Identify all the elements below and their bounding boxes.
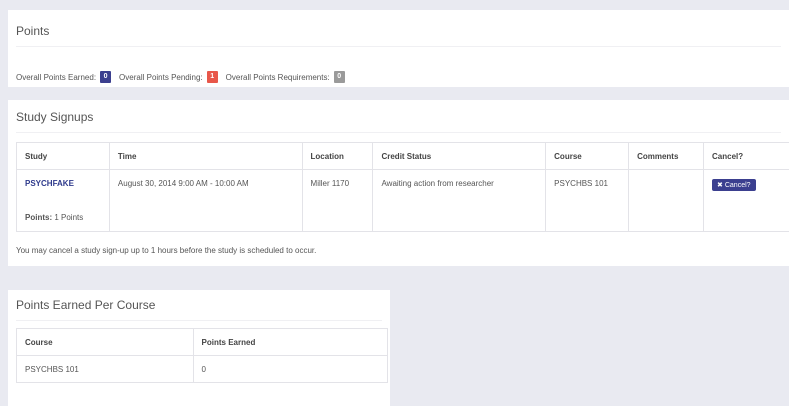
points-earned-badge: 0: [100, 71, 112, 83]
points-requirements-badge: 0: [333, 71, 345, 83]
points-panel: Points Overall Points Earned: 0 Overall …: [8, 10, 789, 87]
points-per-course-table: Course Points Earned PSYCHBS 101 0: [16, 328, 389, 383]
points-title: Points: [16, 24, 781, 47]
study-signups-panel: Study Signups Study Time Location Credit…: [8, 100, 789, 266]
table-row: PSYCHFAKE Points: 1 Points August 30, 20…: [16, 169, 789, 232]
points-per-course-title: Points Earned Per Course: [16, 298, 382, 321]
location-cell: Miller 1170: [301, 169, 374, 232]
cancel-cell: ✖ Cancel?: [703, 169, 789, 232]
column-header-time: Time: [108, 142, 303, 170]
table-header-row: Course Points Earned: [16, 328, 389, 356]
study-points-label: Points:: [25, 213, 53, 222]
study-signups-table: Study Time Location Credit Status Course…: [16, 142, 789, 232]
points-per-course-panel: Points Earned Per Course Course Points E…: [8, 290, 390, 406]
points-pending-label: Overall Points Pending:: [119, 72, 203, 82]
column-header-cancel: Cancel?: [703, 142, 789, 170]
comments-cell: [628, 169, 705, 232]
study-points-value: 1 Points: [54, 213, 84, 222]
close-icon: ✖: [717, 182, 723, 189]
column-header-course: Course: [16, 328, 194, 356]
credit-status-cell: Awaiting action from researcher: [372, 169, 547, 232]
column-header-study: Study: [16, 142, 110, 170]
study-points: Points: 1 Points: [25, 213, 101, 222]
table-header-row: Study Time Location Credit Status Course…: [16, 142, 789, 170]
points-requirements-label: Overall Points Requirements:: [225, 72, 330, 82]
cancel-policy-note: You may cancel a study sign-up up to 1 h…: [16, 246, 317, 255]
course-cell: PSYCHBS 101: [545, 169, 630, 232]
study-signups-title: Study Signups: [16, 110, 781, 133]
course-points-cell: 0: [192, 355, 389, 383]
column-header-location: Location: [301, 142, 374, 170]
cancel-button[interactable]: ✖ Cancel?: [712, 179, 756, 191]
course-name-cell: PSYCHBS 101: [16, 355, 194, 383]
points-earned-label: Overall Points Earned:: [16, 72, 97, 82]
study-cell: PSYCHFAKE Points: 1 Points: [16, 169, 110, 232]
table-row: PSYCHBS 101 0: [16, 355, 389, 383]
points-summary: Overall Points Earned: 0 Overall Points …: [16, 71, 353, 83]
column-header-comments: Comments: [628, 142, 705, 170]
time-cell: August 30, 2014 9:00 AM - 10:00 AM: [108, 169, 303, 232]
column-header-points-earned: Points Earned: [192, 328, 389, 356]
study-link[interactable]: PSYCHFAKE: [25, 179, 74, 188]
cancel-button-label: Cancel?: [724, 182, 751, 189]
points-pending-badge: 1: [206, 71, 218, 83]
column-header-credit-status: Credit Status: [372, 142, 547, 170]
column-header-course: Course: [545, 142, 630, 170]
